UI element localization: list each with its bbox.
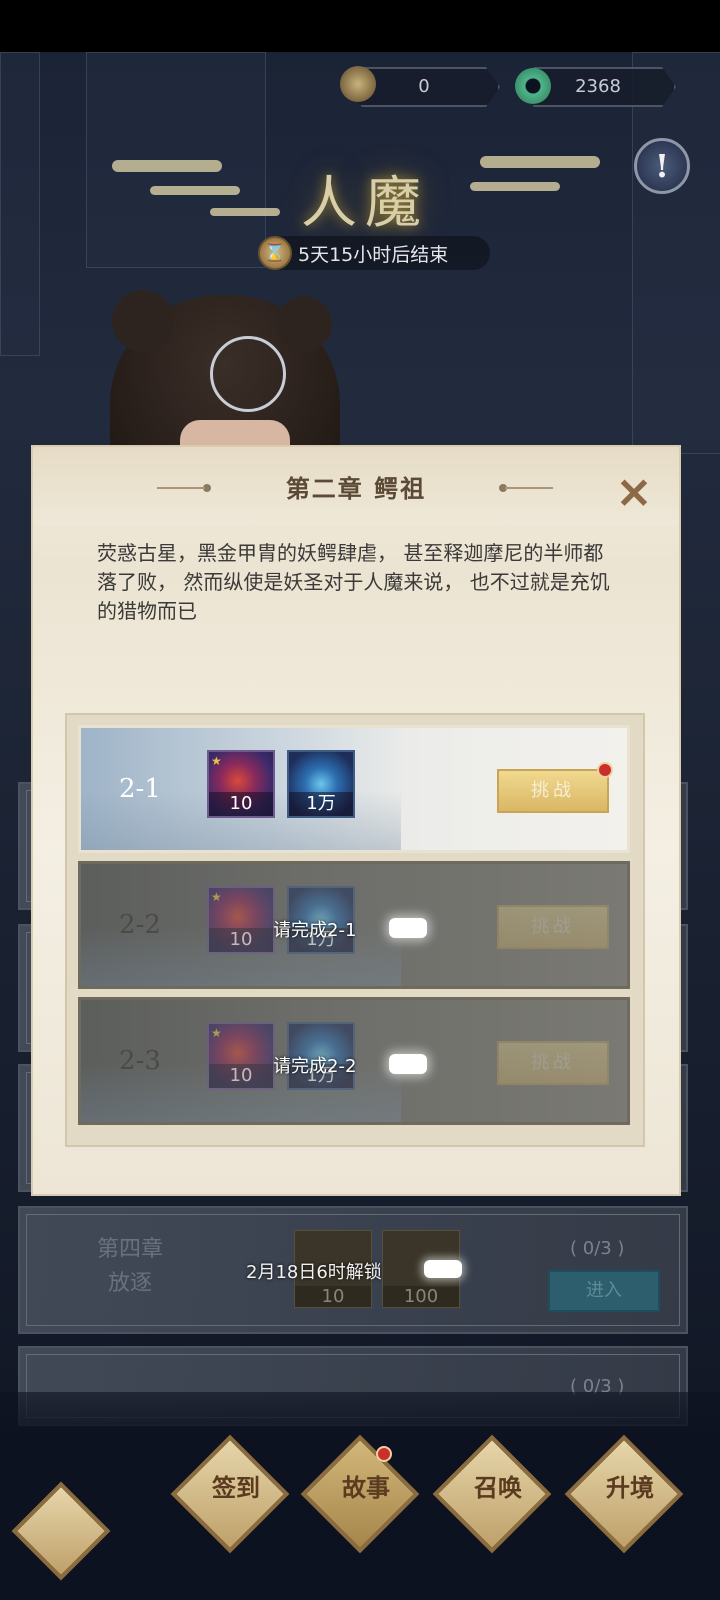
character-headpiece xyxy=(210,336,286,412)
flower-reward-icon[interactable]: ★ 10 xyxy=(207,750,275,818)
stage-list: 2-1 ★ 10 1万 挑战 2-2 ★ 10 1万 挑战 请完成2-1 2-3 ★… xyxy=(65,713,645,1147)
challenge-button: 挑战 xyxy=(497,905,609,949)
cloud-ornament xyxy=(470,182,560,191)
cloud-ornament xyxy=(150,186,240,195)
flower-reward-icon: ★ 10 xyxy=(207,886,275,954)
reward-count: 10 xyxy=(209,928,273,952)
star-icon: ★ xyxy=(211,754,222,768)
chapter-progress: ( 0/3 ) xyxy=(570,1238,625,1259)
modal-title: 第二章 鳄祖 xyxy=(285,474,427,503)
lock-icon xyxy=(389,1054,427,1074)
stage-lock-text: 请完成2-1 xyxy=(273,920,357,941)
reward-count: 10 xyxy=(209,1064,273,1088)
chapter-lock-text: 2月18日6时解锁 xyxy=(246,1262,382,1283)
lock-icon xyxy=(389,918,427,938)
notification-dot xyxy=(597,762,613,778)
side-panel xyxy=(0,52,40,356)
cloud-ornament xyxy=(112,160,222,172)
chapter-title: 第四章 xyxy=(96,1237,163,1262)
crystal-reward-icon[interactable]: 1万 xyxy=(287,750,355,818)
info-button[interactable]: ! xyxy=(634,138,690,194)
side-panel-right xyxy=(632,52,720,454)
character-hair-bun xyxy=(276,296,332,352)
lock-icon xyxy=(424,1260,462,1278)
challenge-button: 挑战 xyxy=(497,1041,609,1085)
stage-row[interactable]: 2-3 ★ 10 1万 挑战 请完成2-2 xyxy=(78,997,630,1125)
reward-count: 1万 xyxy=(289,792,353,816)
event-timer: 5天15小时后结束 xyxy=(298,244,449,266)
jade-icon xyxy=(515,68,551,104)
close-button[interactable]: ✕ xyxy=(611,471,657,517)
cloud-ornament xyxy=(480,156,600,168)
stage-row[interactable]: 2-2 ★ 10 1万 挑战 请完成2-1 xyxy=(78,861,630,989)
nav-story-label: 故事 xyxy=(342,1473,390,1502)
challenge-button[interactable]: 挑战 xyxy=(497,769,609,813)
chapter-modal: 第二章 鳄祖 ✕ 荧惑古星，黑金甲胄的妖鳄肆虐， 甚至释迦摩尼的半师都落了败， … xyxy=(33,447,679,1194)
event-title: 人魔 xyxy=(301,171,429,236)
notification-dot xyxy=(376,1446,392,1462)
nav-ascend-label: 升境 xyxy=(606,1473,654,1502)
reward-count: 10 xyxy=(295,1286,371,1307)
stage-number: 2-2 xyxy=(119,910,161,940)
stage-number: 2-3 xyxy=(119,1046,161,1076)
nav-summon-label: 召唤 xyxy=(474,1473,522,1502)
scroll-icon xyxy=(340,66,376,102)
enter-button[interactable]: 进入 xyxy=(548,1270,660,1312)
character-hair-bun xyxy=(112,290,174,352)
stage-number: 2-1 xyxy=(119,774,161,804)
chapter-subtitle: 放逐 xyxy=(107,1271,152,1296)
flower-reward-icon: ★ 10 xyxy=(207,1022,275,1090)
reward-count: 10 xyxy=(209,792,273,816)
chapter-card-four[interactable]: 第四章 放逐 10 100 2月18日6时解锁 ( 0/3 ) 进入 xyxy=(18,1206,688,1334)
stage-row[interactable]: 2-1 ★ 10 1万 挑战 xyxy=(78,725,630,853)
star-icon: ★ xyxy=(211,1026,222,1040)
chapter-description: 荧惑古星，黑金甲胄的妖鳄肆虐， 甚至释迦摩尼的半师都落了败， 然而纵使是妖圣对于… xyxy=(97,541,610,623)
stage-lock-text: 请完成2-2 xyxy=(273,1056,357,1077)
hourglass-icon: ⌛ xyxy=(258,236,292,270)
nav-checkin-label: 签到 xyxy=(212,1473,260,1502)
star-icon: ★ xyxy=(211,890,222,904)
reward-count: 100 xyxy=(383,1286,459,1307)
